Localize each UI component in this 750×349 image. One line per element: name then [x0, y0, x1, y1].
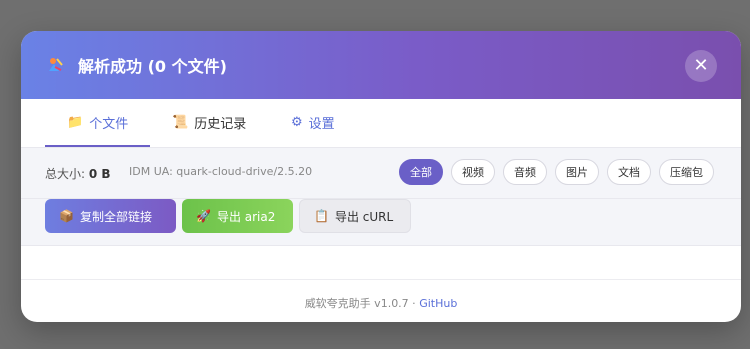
tab-files[interactable]: 📁 个文件 — [44, 99, 151, 147]
filter-image-button[interactable]: 图片 — [555, 159, 599, 185]
gear-icon: ⚙ — [291, 115, 303, 130]
tab-settings[interactable]: ⚙ 设置 — [291, 99, 335, 146]
tab-settings-label: 设置 — [308, 117, 335, 132]
export-curl-label: 导出 cURL — [334, 209, 394, 224]
box-icon: 📦 — [59, 209, 74, 223]
tab-files-label: 个文件 — [89, 117, 129, 132]
copy-all-links-button[interactable]: 📦 复制全部链接 — [45, 199, 176, 233]
filter-all-button[interactable]: 全部 — [399, 159, 443, 185]
folder-icon: 📁 — [67, 115, 84, 130]
total-size-value: 0 B — [88, 167, 111, 181]
parse-result-dialog: 解析成功 (0 个文件) ✕ 📁 个文件 📜 历史记录 ⚙ 设置 总大小: 0 … — [21, 31, 741, 322]
dialog-title: 解析成功 (0 个文件) — [78, 57, 227, 76]
footer-text: 威软夸克助手 v1.0.7 · GitHub — [21, 295, 741, 311]
export-aria2-label: 导出 aria2 — [216, 209, 276, 224]
filter-audio-button[interactable]: 音频 — [503, 159, 547, 185]
export-curl-button[interactable]: 📋 导出 cURL — [299, 199, 411, 233]
stats-bar: 总大小: 0 B IDM UA: quark-cloud-drive/2.5.2… — [21, 148, 741, 199]
copy-all-links-label: 复制全部链接 — [79, 209, 152, 224]
tab-bar: 📁 个文件 📜 历史记录 ⚙ 设置 — [21, 99, 741, 148]
actions-bar: 📦 复制全部链接 🚀 导出 aria2 📋 导出 cURL — [21, 199, 741, 246]
dialog-footer: 威软夸克助手 v1.0.7 · GitHub — [21, 279, 741, 322]
filter-archive-button[interactable]: 压缩包 — [659, 159, 714, 185]
dialog-header: 解析成功 (0 个文件) ✕ — [21, 31, 741, 99]
github-link[interactable]: GitHub — [419, 297, 457, 310]
clipboard-icon: 📋 — [314, 209, 329, 223]
total-size-label: 总大小: — [45, 167, 86, 181]
rocket-icon: 🚀 — [196, 209, 211, 223]
export-aria2-button[interactable]: 🚀 导出 aria2 — [182, 199, 293, 233]
filter-video-button[interactable]: 视频 — [451, 159, 495, 185]
total-size: 总大小: 0 B — [45, 165, 111, 182]
tab-history[interactable]: 📜 历史记录 — [172, 99, 246, 146]
version-text: 威软夸克助手 v1.0.7 · — [304, 297, 420, 310]
quark-logo-icon — [49, 58, 63, 71]
tab-history-label: 历史记录 — [194, 117, 247, 132]
filter-doc-button[interactable]: 文档 — [607, 159, 651, 185]
idm-ua-text: IDM UA: quark-cloud-drive/2.5.20 — [129, 165, 313, 178]
close-icon[interactable]: ✕ — [685, 50, 717, 82]
scroll-icon: 📜 — [172, 115, 189, 130]
